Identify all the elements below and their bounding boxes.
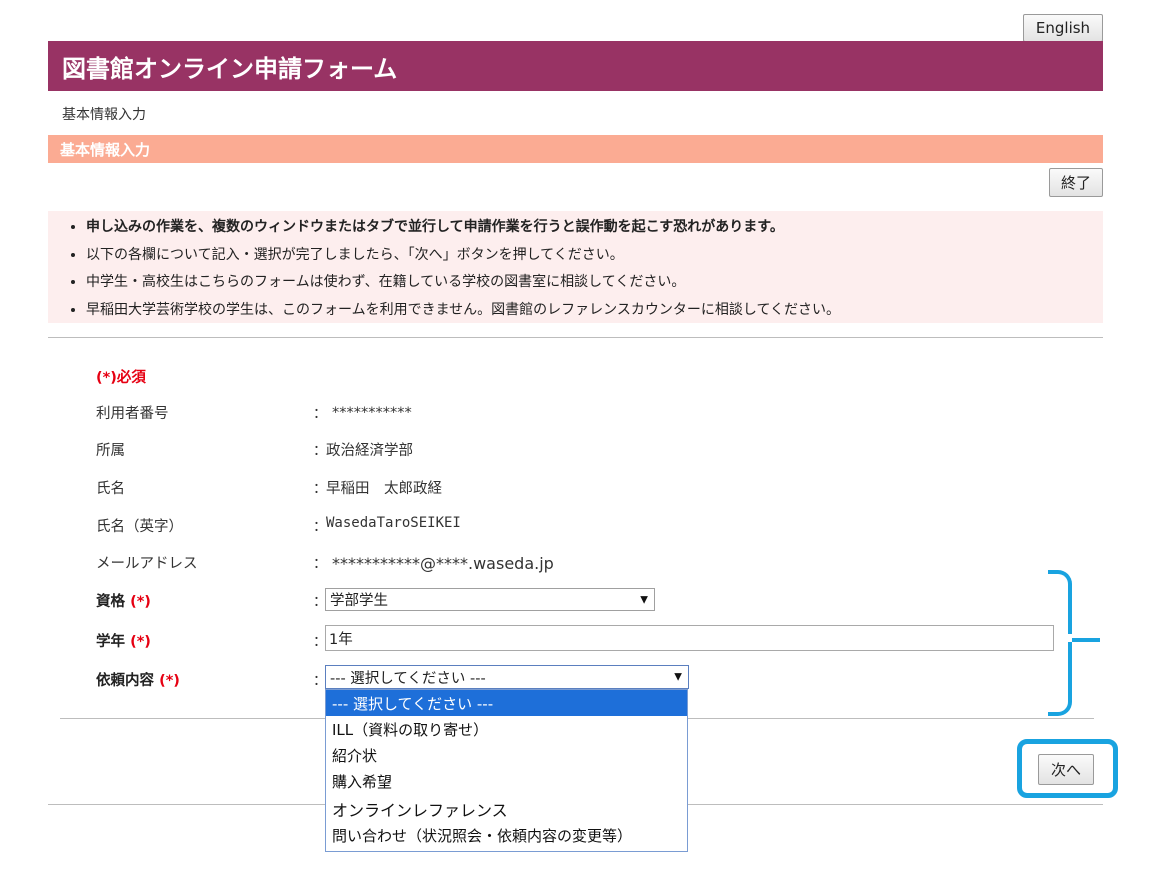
status-label: 資格 (*) [96, 590, 151, 611]
email-label: メールアドレス [96, 556, 198, 572]
year-label-text: 学年 [96, 634, 125, 650]
affiliation-value: 政治経済学部 [326, 443, 413, 459]
colon: ： [313, 556, 327, 572]
option-item[interactable]: オンラインレファレンス [326, 796, 687, 822]
request-label: 依頼内容 (*) [96, 669, 180, 690]
page-title: 図書館オンライン申請フォーム [48, 41, 1103, 91]
request-select-value: --- 選択してください --- [330, 670, 486, 687]
required-mark: (*) [130, 634, 151, 650]
status-label-text: 資格 [96, 594, 125, 610]
request-select[interactable]: --- 選択してください --- ▼ [325, 665, 689, 689]
option-item[interactable]: ILL（資料の取り寄せ） [326, 716, 687, 742]
year-input-value: 1年 [329, 631, 353, 648]
dropdown-arrow-icon: ▼ [674, 671, 682, 683]
name-en-value: WasedaTaroSEIKEI [326, 515, 461, 531]
notice-item: 中学生・高校生はこちらのフォームは使わず、在籍している学校の図書室に相談してくだ… [86, 269, 1103, 297]
colon: ： [313, 481, 327, 497]
request-options-list[interactable]: --- 選択してください --- ILL（資料の取り寄せ） 紹介状 購入希望 オ… [325, 689, 688, 852]
bracket-point [1072, 638, 1100, 642]
option-item[interactable]: 問い合わせ（状況照会・依頼内容の変更等） [326, 822, 687, 848]
required-note: (*)必須 [96, 370, 146, 386]
bracket-annotation [1048, 570, 1108, 716]
colon: ： [313, 406, 327, 422]
end-button[interactable]: 終了 [1049, 168, 1103, 197]
divider [48, 337, 1103, 338]
section-title: 基本情報入力 [48, 135, 1103, 163]
bracket-top [1048, 570, 1072, 634]
user-number-label: 利用者番号 [96, 406, 169, 422]
option-item[interactable]: 紹介状 [326, 742, 687, 768]
request-label-text: 依頼内容 [96, 673, 154, 689]
next-button-highlight [1017, 739, 1118, 798]
name-label: 氏名 [96, 481, 125, 497]
affiliation-label: 所属 [96, 443, 125, 459]
required-mark: (*) [130, 594, 151, 610]
colon: ： [313, 443, 327, 459]
english-button[interactable]: English [1023, 14, 1103, 42]
year-input[interactable]: 1年 [325, 625, 1054, 651]
year-label: 学年 (*) [96, 630, 151, 651]
option-item[interactable]: 購入希望 [326, 768, 687, 794]
dropdown-arrow-icon: ▼ [640, 594, 648, 605]
option-item[interactable]: --- 選択してください --- [326, 690, 687, 716]
required-mark: (*) [159, 673, 180, 689]
breadcrumb: 基本情報入力 [62, 107, 146, 123]
colon: ： [313, 519, 327, 535]
notice-item: 申し込みの作業を、複数のウィンドウまたはタブで並行して申請作業を行うと誤作動を起… [86, 214, 1103, 242]
bracket-bottom [1048, 642, 1072, 716]
status-select-value: 学部学生 [330, 593, 388, 609]
email-value: ***********@****.waseda.jp [332, 554, 554, 573]
user-number-value: *********** [332, 405, 412, 421]
status-select[interactable]: 学部学生 ▼ [325, 588, 655, 611]
notice-item: 早稲田大学芸術学校の学生は、このフォームを利用できません。図書館のレファレンスカ… [86, 297, 1103, 325]
notice-box: 申し込みの作業を、複数のウィンドウまたはタブで並行して申請作業を行うと誤作動を起… [48, 211, 1103, 323]
name-en-label: 氏名（英字） [96, 519, 183, 535]
name-value: 早稲田 太郎政経 [326, 481, 442, 497]
notice-item: 以下の各欄について記入・選択が完了しましたら、「次へ」ボタンを押してください。 [86, 242, 1103, 270]
